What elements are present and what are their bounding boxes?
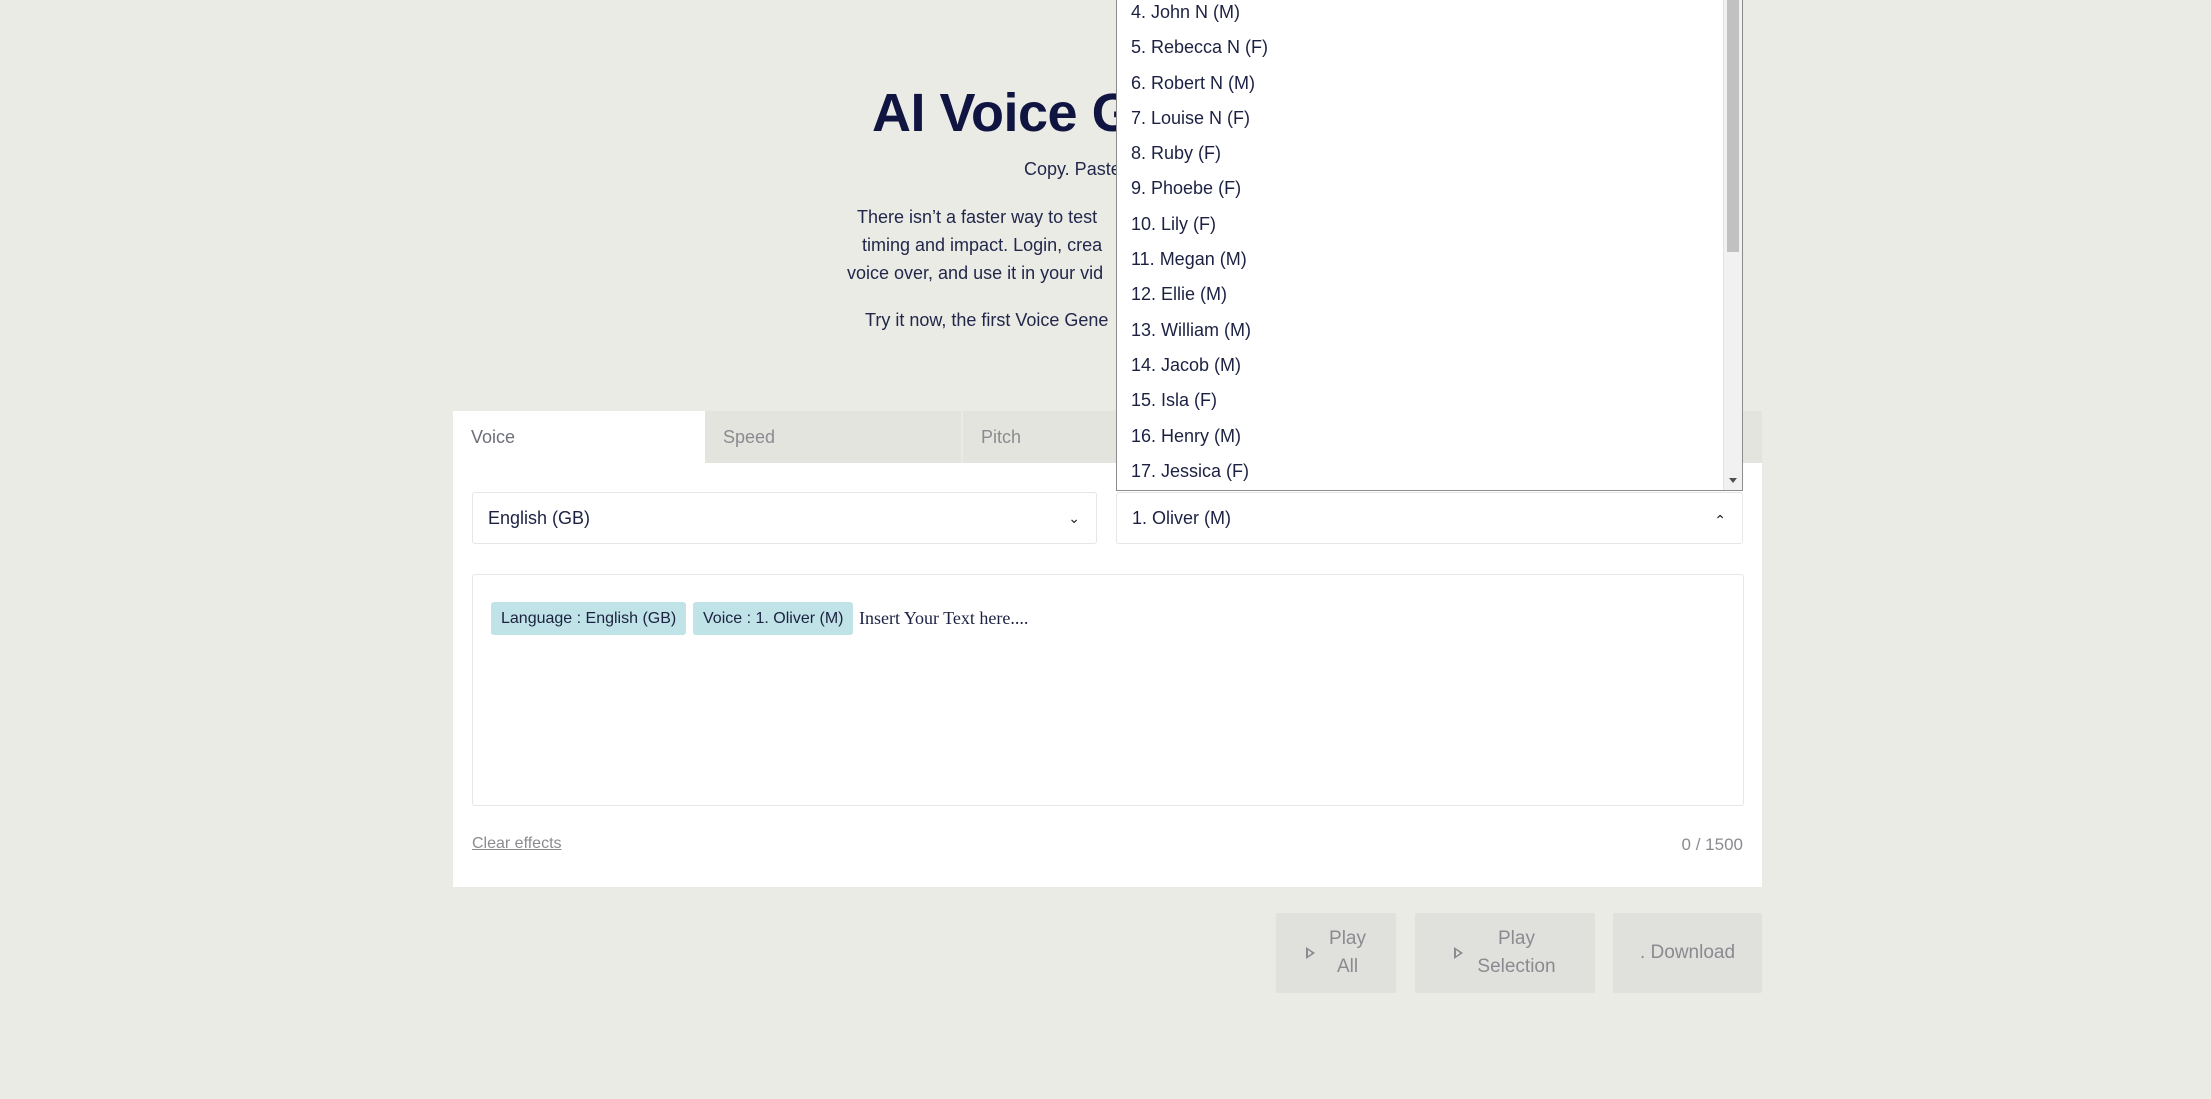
- chevron-down-icon: ⌄: [1068, 510, 1080, 526]
- dropdown-scrollbar[interactable]: [1723, 0, 1742, 490]
- play-icon: [1306, 947, 1316, 959]
- language-select-value: English (GB): [488, 508, 591, 528]
- voice-option[interactable]: 4. John N (M): [1117, 0, 1742, 30]
- text-editor[interactable]: Language : English (GB) Voice : 1. Olive…: [472, 574, 1744, 806]
- tab-speed[interactable]: Speed: [705, 411, 961, 463]
- play-icon: [1454, 947, 1464, 959]
- voice-select-value: 1. Oliver (M): [1132, 508, 1231, 528]
- scrollbar-thumb[interactable]: [1727, 0, 1739, 252]
- voice-options: 4. John N (M) 5. Rebecca N (F) 6. Robert N…: [1117, 0, 1742, 489]
- chevron-up-icon: ⌃: [1714, 512, 1726, 528]
- voice-option[interactable]: 14. Jacob (M): [1117, 348, 1742, 383]
- voice-option[interactable]: 12. Ellie (M): [1117, 277, 1742, 312]
- voice-option[interactable]: 8. Ruby (F): [1117, 136, 1742, 171]
- voice-option[interactable]: 10. Lily (F): [1117, 207, 1742, 242]
- editor-placeholder[interactable]: Insert Your Text here....: [859, 602, 1028, 635]
- page: AI Voice G Copy. Paste There isn’t a fas…: [0, 0, 2211, 1099]
- voice-option[interactable]: 5. Rebecca N (F): [1117, 30, 1742, 65]
- voice-select[interactable]: 1. Oliver (M) ⌃: [1116, 492, 1743, 544]
- language-tag[interactable]: Language : English (GB): [491, 602, 687, 635]
- hero-paragraph-line-3: voice over, and use it in your vid: [847, 263, 1104, 283]
- voice-option[interactable]: 7. Louise N (F): [1117, 101, 1742, 136]
- download-label: . Download: [1639, 942, 1736, 963]
- play-selection-label-line-2: Selection: [1477, 956, 1556, 977]
- play-all-label-line-2: All: [1336, 956, 1359, 977]
- play-all-label-line-1: Play: [1329, 928, 1366, 949]
- hero-paragraph-line-2: timing and impact. Login, crea: [862, 235, 1103, 255]
- language-select[interactable]: English (GB) ⌄: [472, 492, 1097, 544]
- page-title: AI Voice G: [872, 83, 1134, 143]
- voice-option[interactable]: 6. Robert N (M): [1117, 66, 1742, 101]
- tab-voice[interactable]: Voice: [453, 411, 705, 463]
- voice-option[interactable]: 15. Isla (F): [1117, 383, 1742, 418]
- voice-option[interactable]: 16. Henry (M): [1117, 419, 1742, 454]
- play-all-button[interactable]: Play All: [1276, 913, 1396, 993]
- clear-effects-link[interactable]: Clear effects: [472, 835, 562, 853]
- play-selection-button[interactable]: Play Selection: [1415, 913, 1595, 993]
- voice-tag[interactable]: Voice : 1. Oliver (M): [693, 602, 854, 635]
- voice-option[interactable]: 13. William (M): [1117, 313, 1742, 348]
- hero-subtitle: Copy. Paste: [1024, 159, 1121, 179]
- voice-option[interactable]: 9. Phoebe (F): [1117, 171, 1742, 206]
- character-counter: 0 / 1500: [1681, 835, 1743, 854]
- hero-try-line: Try it now, the first Voice Gene: [865, 310, 1109, 330]
- voice-option[interactable]: 11. Megan (M): [1117, 242, 1742, 277]
- hero-paragraph-line-1: There isn’t a faster way to test: [857, 207, 1098, 227]
- download-button[interactable]: . Download: [1613, 913, 1762, 993]
- scroll-down-arrow-icon[interactable]: [1729, 478, 1737, 483]
- voice-option[interactable]: 17. Jessica (F): [1117, 454, 1742, 489]
- voice-dropdown-list[interactable]: 4. John N (M) 5. Rebecca N (F) 6. Robert N…: [1116, 0, 1743, 491]
- play-selection-label-line-1: Play: [1498, 928, 1535, 949]
